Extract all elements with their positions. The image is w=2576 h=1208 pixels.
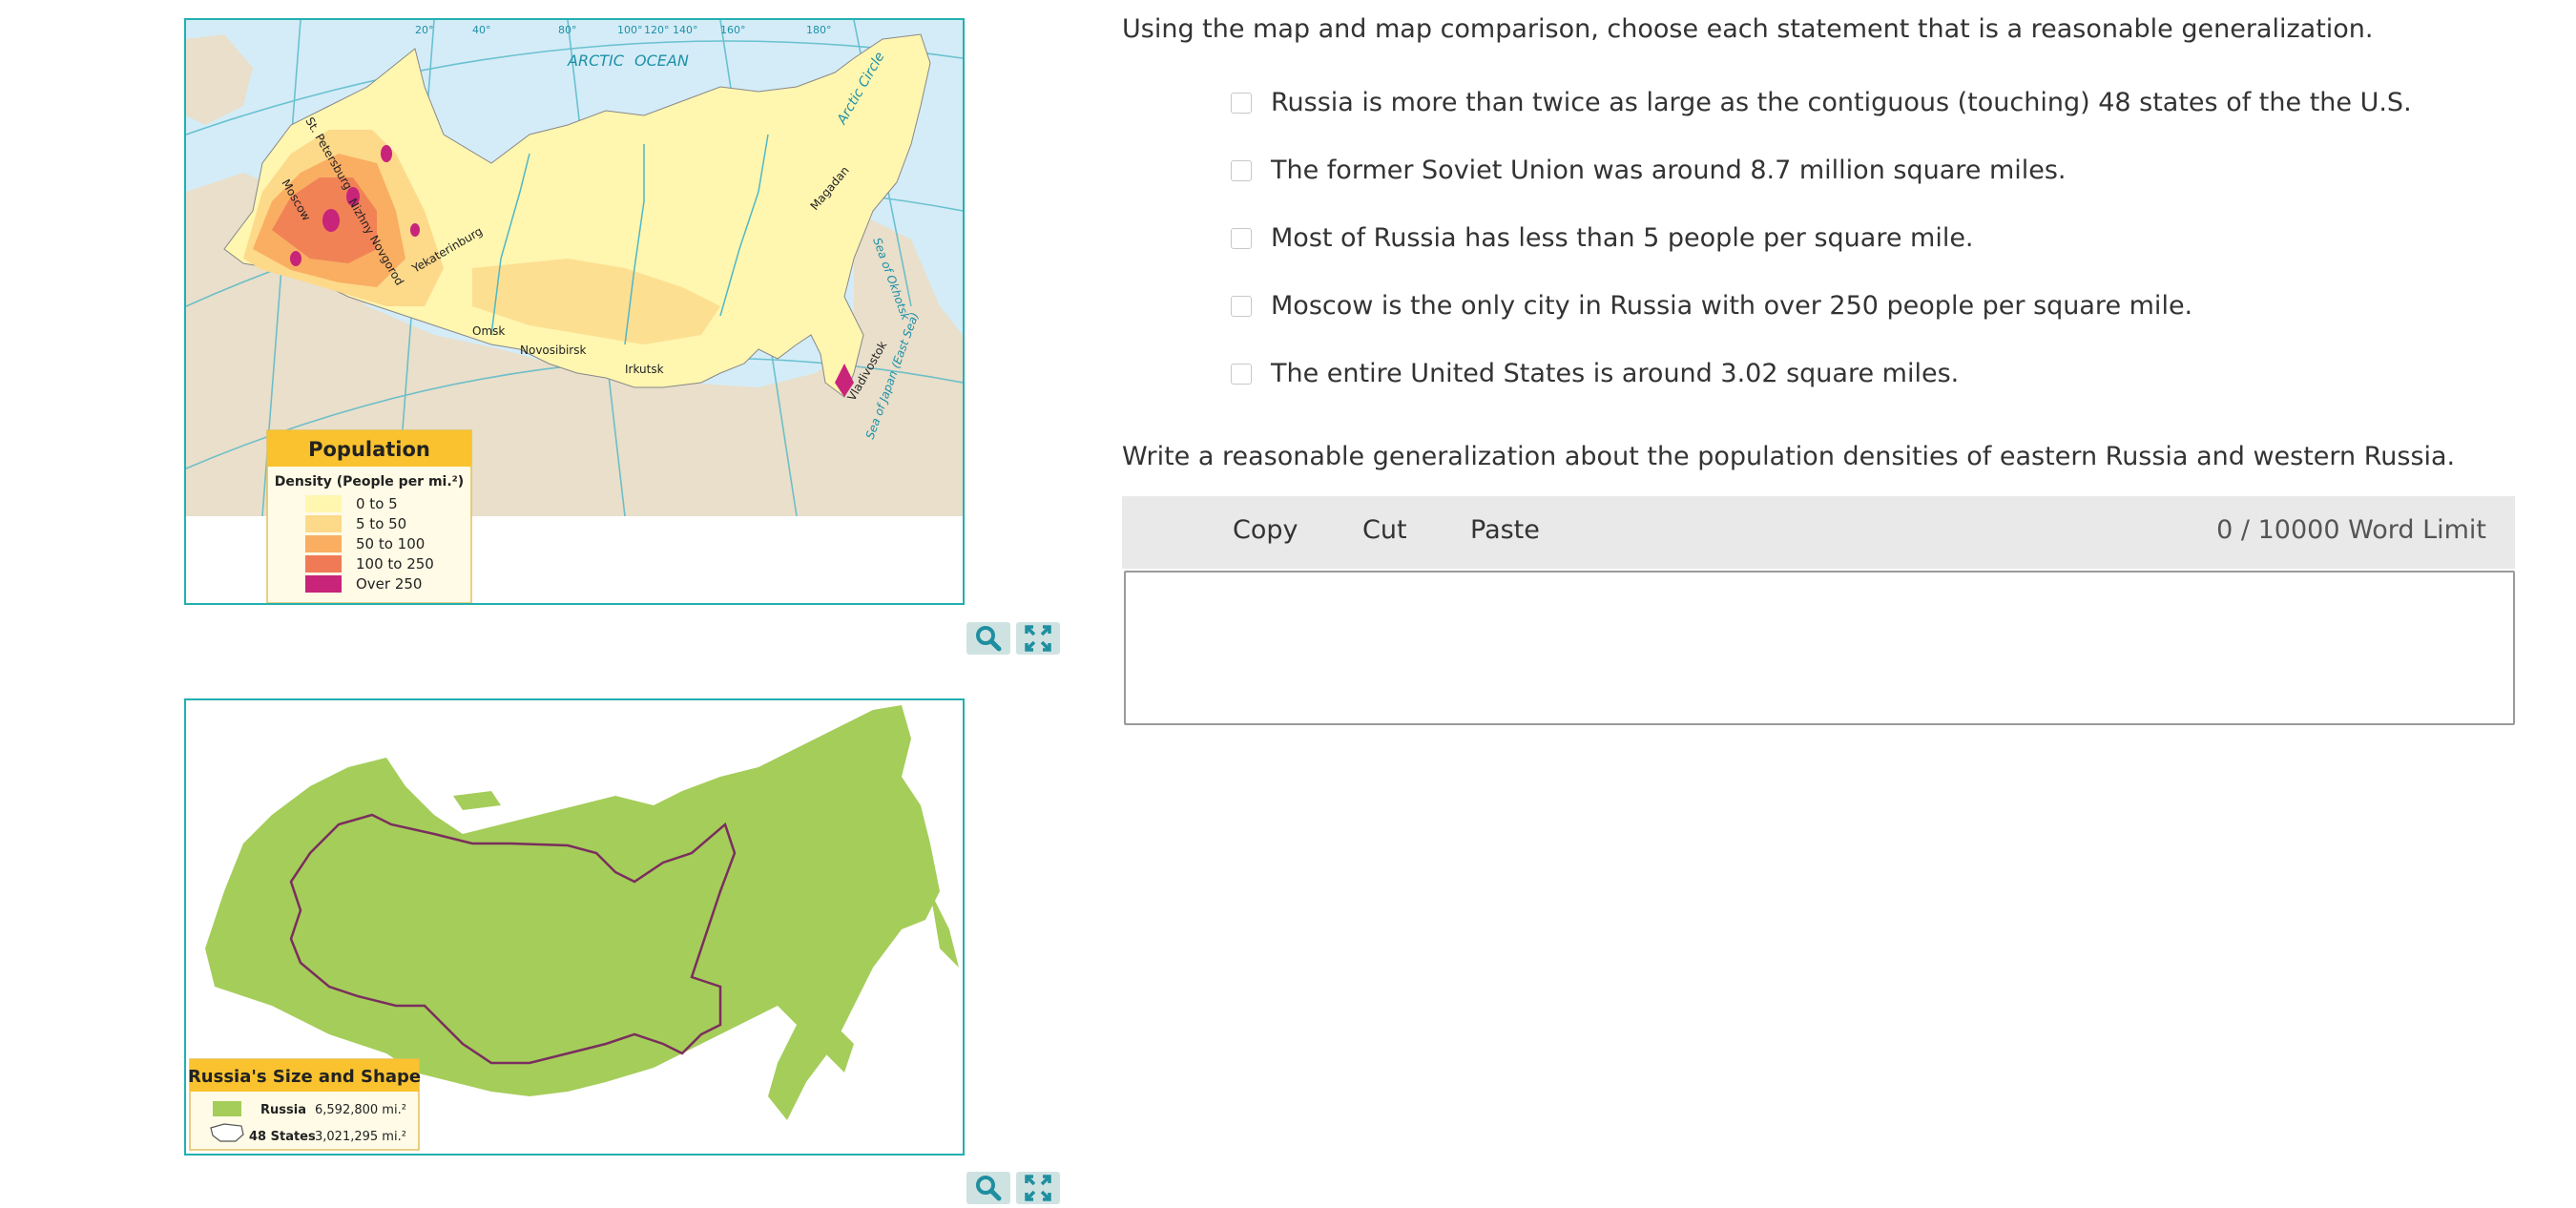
legend-label: 0 to 5: [356, 495, 398, 512]
city-label: Omsk: [472, 324, 505, 338]
population-map-graphic: St. Petersburg Moscow Nizhny Novgorod Ye…: [186, 20, 963, 603]
checkbox[interactable]: [1231, 92, 1252, 114]
written-response-prompt: Write a reasonable generalization about …: [1122, 442, 2456, 471]
size-legend-title: Russia's Size and Shape: [188, 1067, 421, 1087]
word-count: 0 / 10000 Word Limit: [2216, 515, 2486, 545]
checkbox[interactable]: [1231, 295, 1252, 317]
legend-label: 5 to 50: [356, 515, 406, 532]
search-icon: [976, 626, 1002, 652]
lat-label: 40°: [472, 24, 491, 36]
answer-option[interactable]: The entire United States is around 3.02 …: [1231, 359, 1959, 388]
russia-legend-label: Russia: [260, 1103, 306, 1117]
option-label: The former Soviet Union was around 8.7 m…: [1271, 156, 2067, 185]
map1-tools: [966, 622, 1060, 655]
fullscreen-button[interactable]: [1016, 1172, 1060, 1204]
ocean-label: OCEAN: [634, 52, 689, 70]
city-label: Novosibirsk: [520, 344, 586, 357]
legend-swatch: [305, 515, 342, 532]
legend-swatch: [305, 555, 342, 573]
option-label: The entire United States is around 3.02 …: [1271, 359, 1960, 388]
lat-label: 180°: [806, 24, 832, 36]
lat-label: 120°: [644, 24, 670, 36]
question-prompt: Using the map and map comparison, choose…: [1122, 14, 2374, 44]
size-map-graphic: Russia's Size and Shape Russia 6,592,800…: [188, 705, 959, 1151]
word-count-value: 0 /: [2216, 515, 2251, 545]
search-icon: [976, 1176, 1002, 1201]
option-label: Most of Russia has less than 5 people pe…: [1271, 223, 1974, 253]
legend-label: Over 250: [356, 575, 422, 593]
lat-label: 80°: [558, 24, 577, 36]
ocean-label: ARCTIC: [567, 52, 625, 70]
population-legend: Population Density (People per mi.²) 0 t…: [266, 429, 472, 603]
answer-option[interactable]: The former Soviet Union was around 8.7 m…: [1231, 156, 2067, 185]
fullscreen-button[interactable]: [1016, 622, 1060, 655]
word-limit-label: 10000 Word Limit: [2257, 515, 2486, 545]
expand-icon: [1025, 1175, 1051, 1201]
population-density-map: St. Petersburg Moscow Nizhny Novgorod Ye…: [184, 18, 965, 605]
size-legend: Russia's Size and Shape Russia 6,592,800…: [188, 1058, 421, 1151]
legend-swatch: [305, 495, 342, 512]
lat-label: 20°: [415, 24, 434, 36]
zoom-button[interactable]: [966, 622, 1010, 655]
legend-subtitle: Density (People per mi.²): [275, 474, 464, 489]
city-label: Irkutsk: [625, 363, 664, 376]
legend-title: Population: [308, 438, 430, 461]
russia-area-value: 6,592,800 mi.²: [315, 1103, 406, 1117]
answer-option[interactable]: Moscow is the only city in Russia with o…: [1231, 291, 2192, 321]
lat-label: 140°: [673, 24, 698, 36]
expand-icon: [1025, 625, 1051, 652]
states-legend-label: 48 States: [249, 1130, 316, 1144]
legend-swatch: [305, 575, 342, 593]
cut-button[interactable]: Cut: [1362, 515, 1407, 545]
states-area-value: 3,021,295 mi.²: [315, 1130, 406, 1144]
answer-option[interactable]: Russia is more than twice as large as th…: [1231, 88, 2412, 117]
checkbox[interactable]: [1231, 363, 1252, 385]
editor-toolbar: Copy Cut Paste 0 / 10000 Word Limit: [1122, 496, 2515, 569]
copy-button[interactable]: Copy: [1233, 515, 1298, 545]
paste-button[interactable]: Paste: [1470, 515, 1540, 545]
option-label: Moscow is the only city in Russia with o…: [1271, 291, 2193, 321]
lat-label: 100°: [617, 24, 643, 36]
option-label: Russia is more than twice as large as th…: [1271, 88, 2412, 117]
legend-label: 50 to 100: [356, 535, 425, 552]
checkbox[interactable]: [1231, 159, 1252, 181]
answer-option[interactable]: Most of Russia has less than 5 people pe…: [1231, 223, 1974, 253]
response-textarea[interactable]: [1124, 571, 2515, 725]
legend-swatch: [305, 535, 342, 552]
zoom-button[interactable]: [966, 1172, 1010, 1204]
map2-tools: [966, 1172, 1060, 1204]
legend-label: 100 to 250: [356, 555, 434, 573]
size-comparison-map: Russia's Size and Shape Russia 6,592,800…: [184, 698, 965, 1156]
lat-label: 160°: [720, 24, 746, 36]
checkbox[interactable]: [1231, 227, 1252, 249]
